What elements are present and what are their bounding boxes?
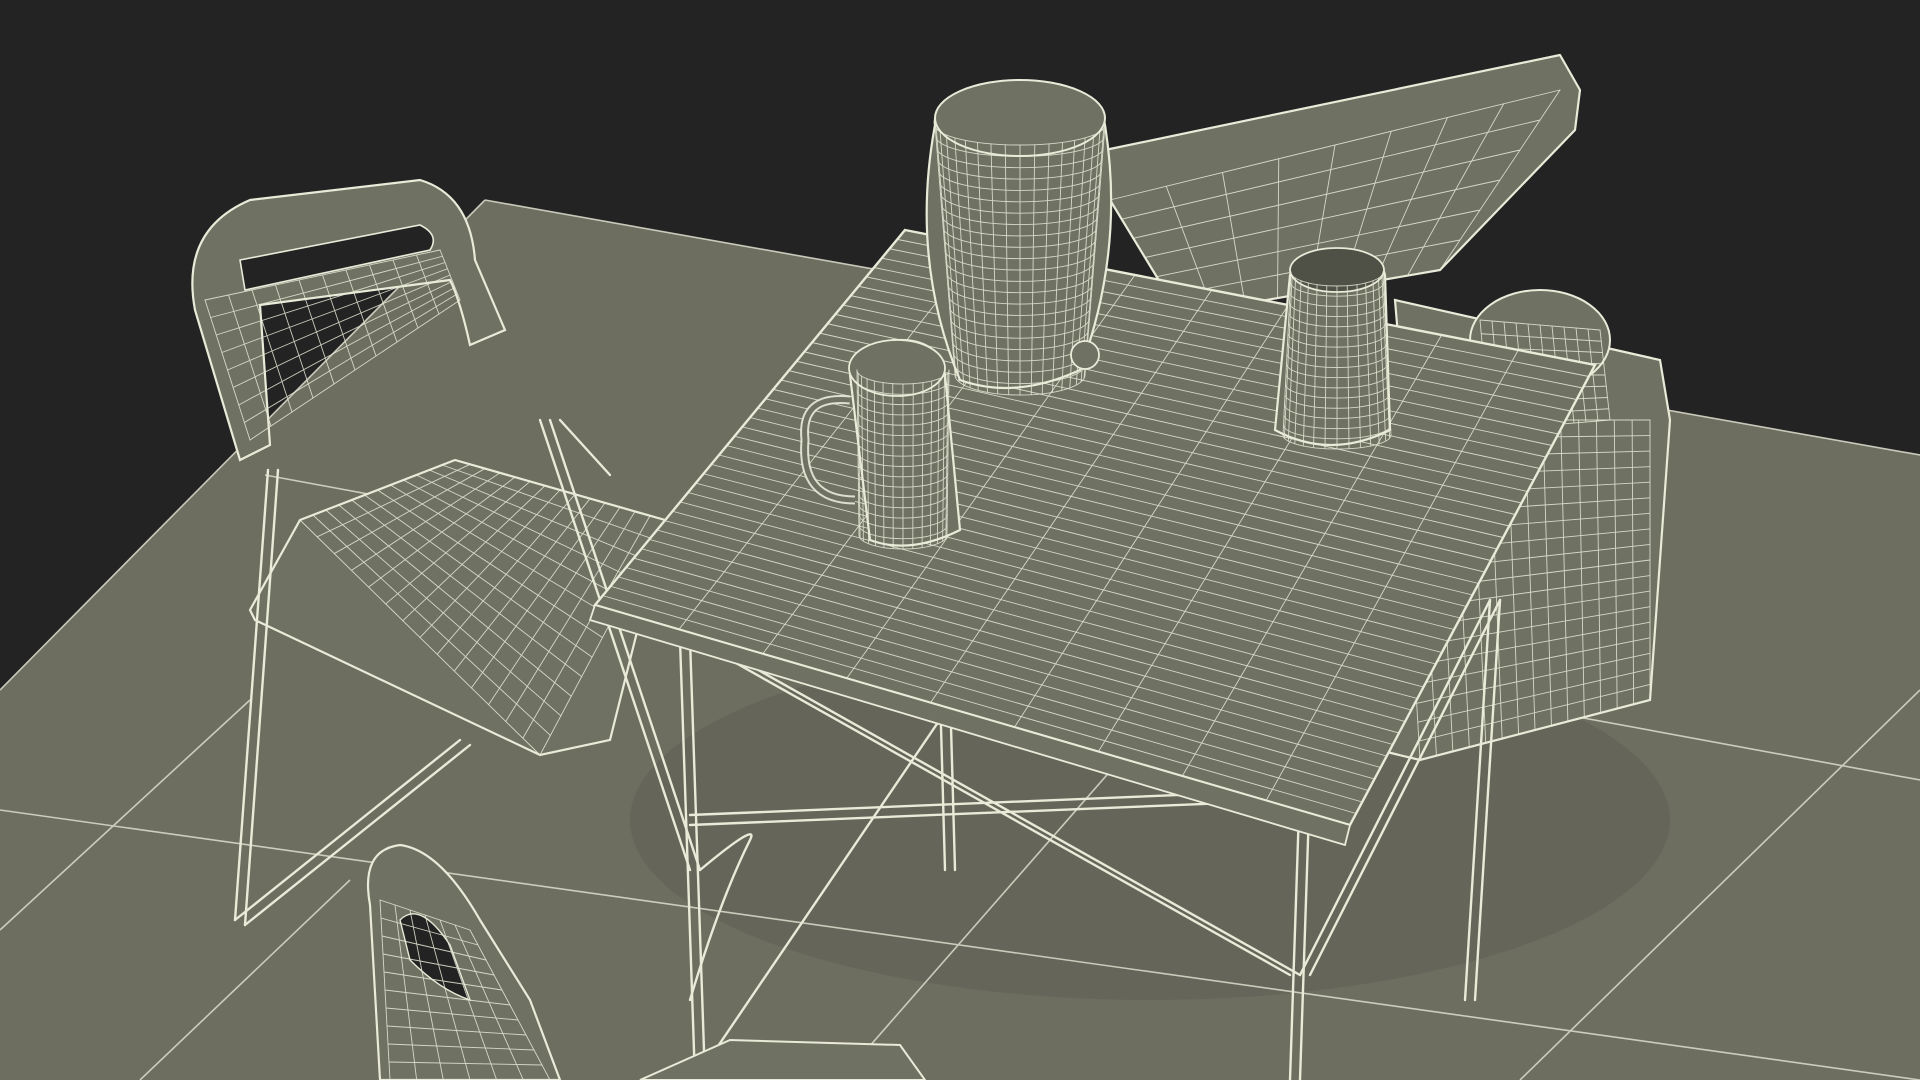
beer-keg [925, 79, 1113, 396]
wireframe-viewport [0, 0, 1920, 1080]
beer-mug-right [1273, 247, 1392, 450]
wireframe-scene [0, 0, 1920, 1080]
keg-tap [1070, 340, 1100, 370]
